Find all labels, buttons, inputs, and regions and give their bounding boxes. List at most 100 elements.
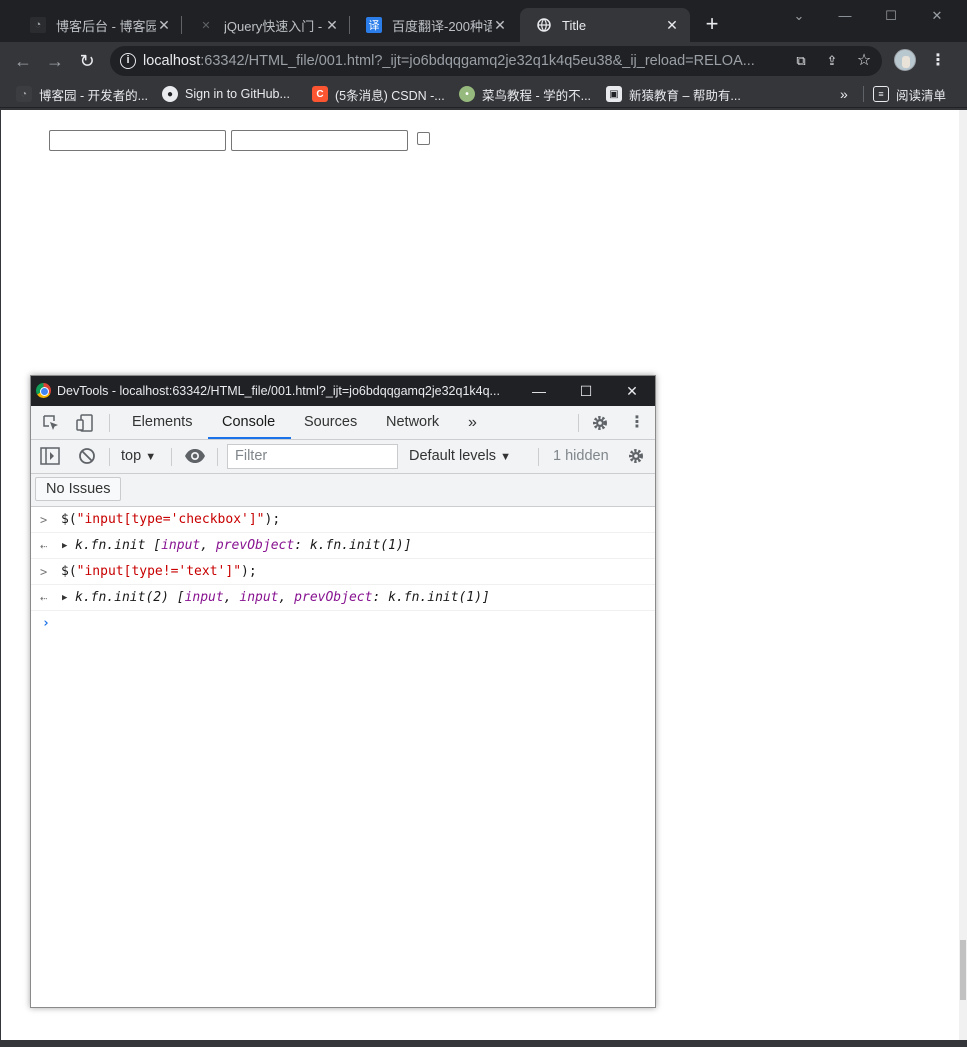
devtools-titlebar: DevTools - localhost:63342/HTML_file/001… [31, 376, 655, 406]
page-scrollbar[interactable] [959, 110, 967, 1047]
browser-toolbar: ← → ↻ i localhost:63342/HTML_file/001.ht… [0, 42, 967, 80]
more-bookmarks-icon[interactable]: » [840, 84, 848, 104]
bookmarks-separator [863, 86, 864, 102]
dropdown-arrow-icon: ▼ [500, 451, 511, 463]
console-result-line[interactable]: ⇠ ▶ k.fn.init(2) [input, input, prevObje… [31, 585, 655, 611]
log-levels-dropdown[interactable]: Default levels ▼ [409, 448, 511, 464]
new-tab-button[interactable]: + [700, 12, 724, 36]
result-value: k.fn.init [input, prevObject: k.fn.init(… [61, 538, 412, 553]
device-toolbar-icon[interactable] [75, 413, 95, 433]
address-bar[interactable]: i localhost:63342/HTML_file/001.html?_ij… [110, 46, 882, 76]
tab-console[interactable]: Console [220, 406, 277, 439]
close-icon[interactable]: ✕ [156, 17, 172, 34]
devtools-menu-icon[interactable]: ⋮ [627, 413, 647, 433]
xinyuan-icon: ▣ [606, 86, 622, 102]
reading-list-button[interactable]: ≡ 阅读清单 [873, 84, 946, 104]
close-icon[interactable]: ✕ [324, 17, 340, 34]
site-info-icon[interactable]: i [120, 53, 136, 69]
scrollbar-thumb[interactable] [960, 940, 966, 1000]
result-value: k.fn.init(2) [input, input, prevObject: … [61, 590, 490, 605]
translate-page-icon[interactable]: ⧉ [792, 52, 810, 70]
result-colon: : [372, 590, 389, 605]
reading-list-icon: ≡ [873, 86, 889, 102]
translate-icon: 译 [366, 17, 382, 33]
expand-triangle-icon[interactable]: ▶ [62, 585, 67, 611]
clear-console-icon[interactable] [78, 447, 96, 469]
checkbox[interactable] [417, 132, 430, 145]
close-icon[interactable]: ✕ [622, 381, 642, 401]
result-prevobject: k.fn.init(1) [388, 590, 483, 605]
bookmarks-bar: ◔ 博客园 - 开发者的... ● Sign in to GitHub... C… [0, 80, 967, 108]
input-suffix: ); [241, 564, 257, 579]
active-tab-indicator [208, 437, 291, 439]
bookmark-github[interactable]: ● Sign in to GitHub... [162, 84, 290, 104]
reload-icon[interactable]: ↻ [74, 48, 100, 74]
close-icon[interactable]: ✕ [492, 17, 508, 34]
context-label: top [121, 448, 142, 464]
more-tabs-icon[interactable]: » [466, 406, 479, 439]
inspect-element-icon[interactable] [41, 413, 61, 433]
toolbar-separator [578, 414, 579, 432]
expand-triangle-icon[interactable]: ▶ [62, 533, 67, 559]
result-prevobject: k.fn.init(1) [309, 538, 404, 553]
back-icon[interactable]: ← [10, 48, 36, 74]
bookmark-cnblogs[interactable]: ◔ 博客园 - 开发者的... [16, 84, 148, 104]
tab-search-icon[interactable]: ⌄ [784, 6, 814, 26]
issues-bar: No Issues [31, 474, 655, 507]
tab-sources[interactable]: Sources [302, 406, 359, 439]
console-prompt[interactable]: › [31, 611, 655, 637]
devtools-window: DevTools - localhost:63342/HTML_file/001… [30, 375, 656, 1008]
reading-list-label: 阅读清单 [896, 88, 947, 103]
console-settings-gear-icon[interactable] [626, 446, 646, 470]
no-issues-button[interactable]: No Issues [35, 477, 122, 501]
profile-avatar[interactable] [894, 49, 916, 71]
tab-title-page[interactable]: Title ✕ [520, 8, 690, 42]
maximize-icon[interactable]: ☐ [576, 381, 596, 401]
tab-title: 百度翻译-200种语言 [392, 18, 492, 34]
hidden-count: 1 hidden [553, 448, 609, 464]
tab-elements[interactable]: Elements [130, 406, 194, 439]
result-item: input [184, 590, 224, 605]
maximize-icon[interactable]: ☐ [876, 6, 906, 26]
forward-icon[interactable]: → [42, 48, 68, 74]
show-sidebar-icon[interactable] [40, 447, 60, 469]
input-string: "input[type!='text']" [76, 564, 242, 579]
levels-label: Default levels [409, 448, 497, 464]
browser-menu-icon[interactable]: ⋮ [928, 50, 948, 72]
console-output[interactable]: > $("input[type='checkbox']"); ⇠ ▶ k.fn.… [31, 507, 655, 1007]
minimize-icon[interactable]: — [830, 6, 860, 26]
bookmark-xinyuan[interactable]: ▣ 新猿教育 – 帮助有... [606, 84, 741, 104]
console-input-line[interactable]: > $("input[type!='text']"); [31, 559, 655, 585]
devtools-tabbar: Elements Console Sources Network » ⋮ [31, 406, 655, 440]
tab-baidu-translate[interactable]: 译 百度翻译-200种语言 ✕ [350, 8, 518, 42]
tab-jquery-intro[interactable]: ✕ jQuery快速入门 - J ✕ [182, 8, 350, 42]
console-input-line[interactable]: > $("input[type='checkbox']"); [31, 507, 655, 533]
result-arrow-icon: ⇠ [40, 591, 48, 605]
text-input-1[interactable] [49, 130, 226, 151]
input-chevron-icon: > [40, 513, 48, 527]
dropdown-arrow-icon: ▼ [145, 451, 157, 463]
chrome-logo-icon [36, 383, 51, 398]
bookmark-label: (5条消息) CSDN -... [335, 88, 445, 103]
input-string: "input[type='checkbox']" [76, 512, 265, 527]
bookmark-csdn[interactable]: C (5条消息) CSDN -... [312, 84, 445, 104]
close-window-icon[interactable]: ✕ [922, 6, 952, 26]
result-name: k.fn.init(2) [75, 590, 169, 605]
context-selector[interactable]: top ▼ [121, 448, 156, 464]
browser-window: ◔ 博客后台 - 博客园 ✕ ✕ jQuery快速入门 - J ✕ 译 百度翻译… [0, 0, 967, 1047]
console-result-line[interactable]: ⇠ ▶ k.fn.init [input, prevObject: k.fn.i… [31, 533, 655, 559]
text-input-2[interactable] [231, 130, 408, 151]
bookmark-star-icon[interactable]: ☆ [855, 52, 873, 70]
bookmark-runoob[interactable]: • 菜鸟教程 - 学的不... [459, 84, 591, 104]
settings-gear-icon[interactable] [590, 413, 610, 433]
live-expression-eye-icon[interactable] [184, 446, 206, 470]
close-icon[interactable]: ✕ [664, 17, 680, 34]
minimize-icon[interactable]: — [529, 381, 549, 401]
tab-cnblogs-admin[interactable]: ◔ 博客后台 - 博客园 ✕ [14, 8, 182, 42]
filter-input[interactable]: Filter [227, 444, 398, 469]
result-item: input [161, 538, 201, 553]
url-text[interactable]: localhost:63342/HTML_file/001.html?_ijt=… [143, 53, 783, 69]
bookmark-label: Sign in to GitHub... [185, 87, 290, 101]
tab-network[interactable]: Network [384, 406, 441, 439]
share-icon[interactable]: ⇪ [823, 52, 841, 70]
